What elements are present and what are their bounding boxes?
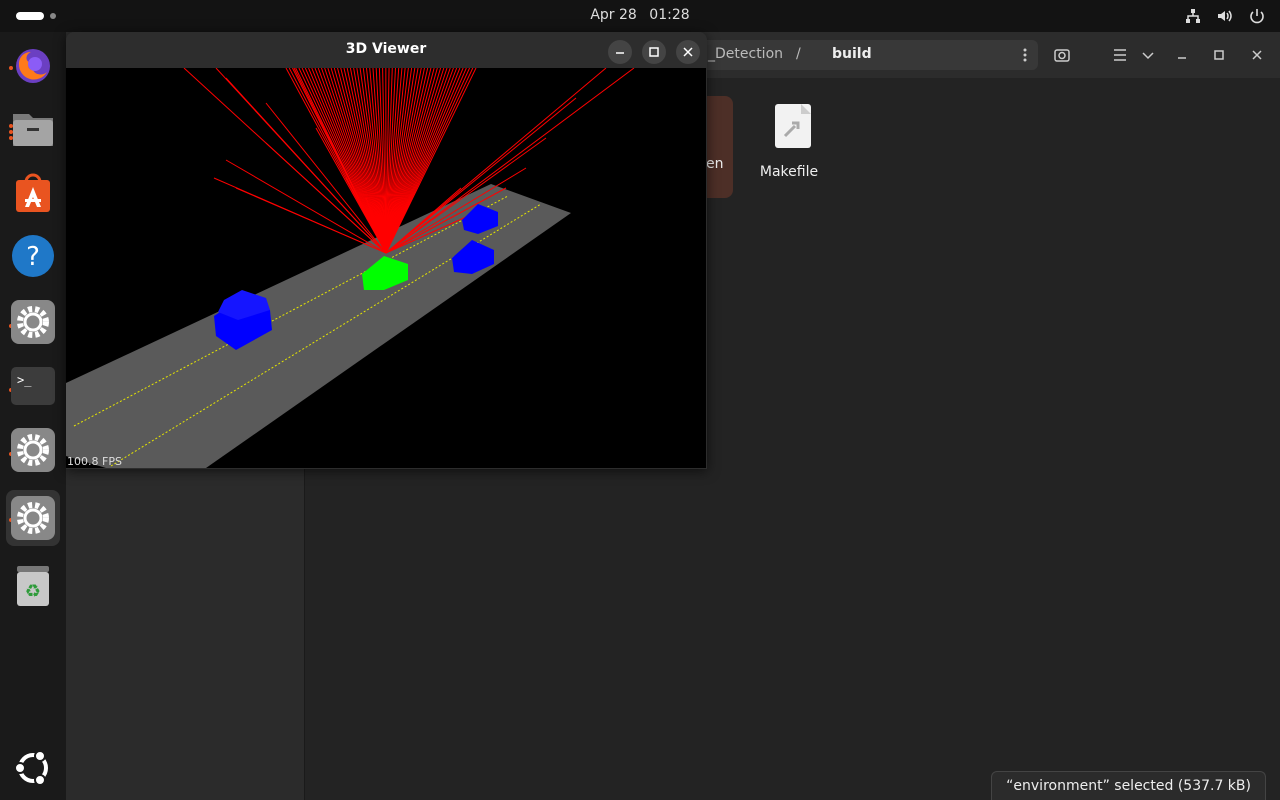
time-label: 01:28 bbox=[649, 7, 690, 23]
firefox-icon bbox=[16, 49, 50, 83]
dock-help[interactable]: ? bbox=[6, 228, 60, 284]
files-icon bbox=[13, 114, 53, 146]
file-item-makefile[interactable]: Makefile bbox=[739, 96, 839, 206]
svg-text:♻: ♻ bbox=[25, 581, 41, 602]
svg-text:?: ? bbox=[26, 242, 40, 272]
maximize-icon bbox=[649, 47, 659, 57]
top-bar: Apr 28 01:28 bbox=[0, 0, 1280, 32]
minimize-icon[interactable] bbox=[1172, 45, 1192, 65]
restore-icon[interactable] bbox=[1209, 45, 1229, 65]
dock-settings-2[interactable] bbox=[6, 422, 60, 478]
ubuntu-logo-icon bbox=[14, 750, 48, 786]
system-tray[interactable] bbox=[1184, 6, 1266, 26]
path-segment-current[interactable]: build bbox=[832, 46, 872, 62]
gear-icon bbox=[11, 300, 55, 344]
selection-status: “environment” selected (537.7 kB) bbox=[991, 771, 1266, 800]
terminal-icon: >_ bbox=[11, 367, 55, 405]
dock: ? >_ ♻ bbox=[0, 32, 66, 800]
3d-viewer-window[interactable]: 3D Viewer 100.8 FPS bbox=[66, 32, 707, 469]
trash-icon: ♻ bbox=[17, 566, 49, 606]
path-separator: / bbox=[796, 46, 801, 62]
help-icon: ? bbox=[12, 235, 54, 277]
file-item-label: en bbox=[706, 156, 724, 172]
minimize-button[interactable] bbox=[608, 40, 632, 64]
list-view-icon[interactable] bbox=[1110, 45, 1130, 65]
clock[interactable]: Apr 28 01:28 bbox=[0, 7, 1280, 23]
dock-trash[interactable]: ♻ bbox=[6, 556, 60, 612]
power-icon[interactable] bbox=[1248, 7, 1266, 25]
fps-counter: 100.8 FPS bbox=[67, 455, 122, 468]
search-icon[interactable] bbox=[1052, 45, 1072, 65]
date-label: Apr 28 bbox=[590, 7, 637, 23]
network-icon[interactable] bbox=[1184, 7, 1202, 25]
close-icon[interactable] bbox=[1247, 45, 1267, 65]
show-apps-button[interactable] bbox=[6, 738, 60, 794]
path-bar[interactable]: _Detection / build bbox=[696, 40, 1038, 70]
dock-files[interactable] bbox=[6, 100, 60, 156]
dock-app-center[interactable] bbox=[6, 164, 60, 220]
file-item-label: Makefile bbox=[759, 164, 819, 180]
volume-icon[interactable] bbox=[1216, 7, 1234, 25]
close-icon bbox=[683, 47, 693, 57]
3d-scene[interactable] bbox=[66, 68, 706, 468]
makefile-icon bbox=[775, 104, 811, 148]
close-button[interactable] bbox=[676, 40, 700, 64]
gear-icon bbox=[11, 428, 55, 472]
path-segment-parent[interactable]: _Detection bbox=[708, 46, 783, 62]
maximize-button[interactable] bbox=[642, 40, 666, 64]
dock-terminal[interactable]: >_ bbox=[6, 358, 60, 414]
dock-firefox[interactable] bbox=[6, 36, 60, 92]
path-menu-icon[interactable] bbox=[1022, 47, 1028, 67]
minimize-icon bbox=[616, 52, 624, 54]
dock-settings-3[interactable] bbox=[6, 490, 60, 546]
app-center-icon bbox=[16, 173, 50, 212]
file-item-environment[interactable]: en bbox=[706, 96, 733, 198]
3d-render-canvas[interactable]: 100.8 FPS bbox=[66, 68, 706, 468]
chevron-down-icon[interactable] bbox=[1138, 45, 1158, 65]
gear-icon bbox=[11, 496, 55, 540]
dock-settings[interactable] bbox=[6, 294, 60, 350]
svg-text:>_: >_ bbox=[17, 373, 32, 387]
